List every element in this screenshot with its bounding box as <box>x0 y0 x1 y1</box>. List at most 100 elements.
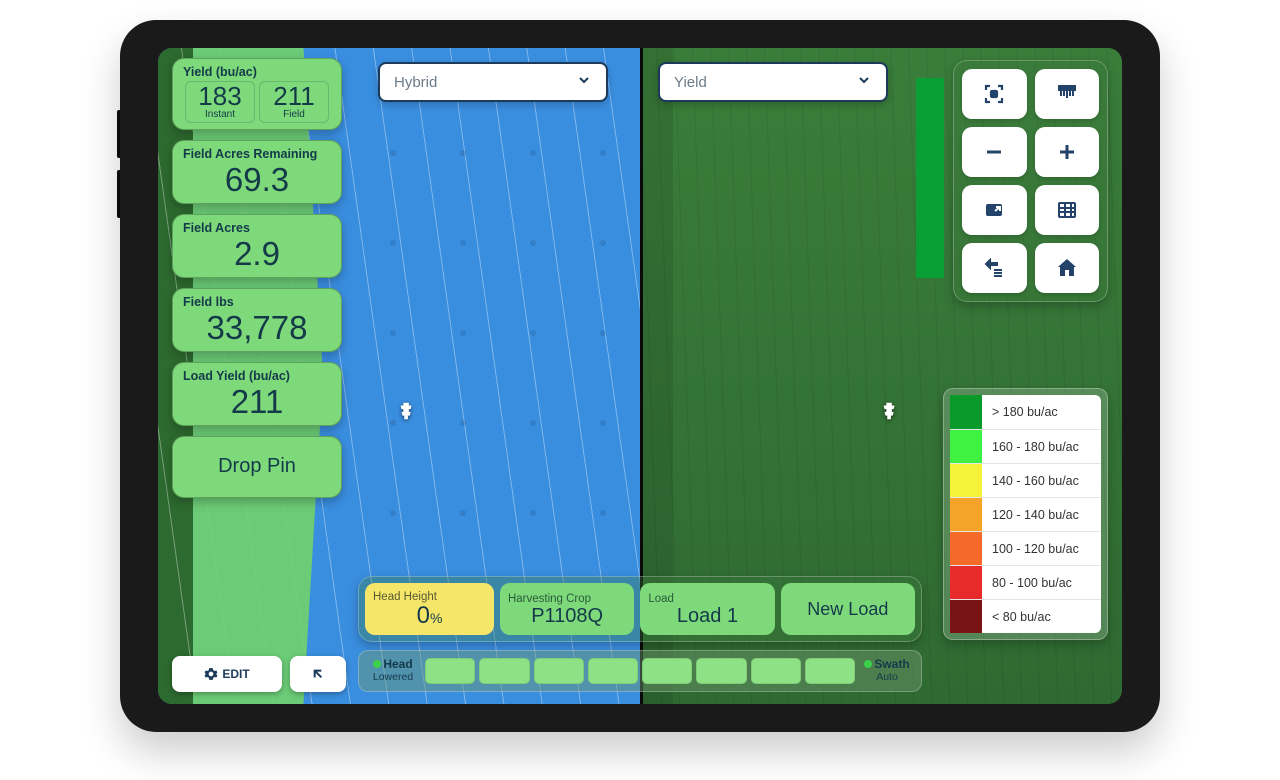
header-icon <box>1055 82 1079 106</box>
layer-icon <box>982 198 1006 222</box>
collapse-button[interactable] <box>290 656 346 692</box>
swath-segment[interactable] <box>805 658 855 684</box>
status-dot-icon <box>864 660 872 668</box>
layer-button[interactable] <box>962 185 1027 235</box>
legend-swatch <box>950 498 982 531</box>
arrow-up-left-icon <box>310 666 326 682</box>
load-label: Load <box>648 593 766 605</box>
swath-segment[interactable] <box>479 658 529 684</box>
harvest-status-panel: Head Height 0% Harvesting Crop P1108Q Lo… <box>358 576 922 642</box>
zoom-out-button[interactable] <box>962 127 1027 177</box>
focus-icon <box>982 82 1006 106</box>
swath-row: HeadLowered SwathAuto <box>358 650 922 692</box>
load-value: Load 1 <box>648 605 766 627</box>
minus-icon <box>982 140 1006 164</box>
legend-label: 160 - 180 bu/ac <box>982 440 1101 454</box>
home-button[interactable] <box>1035 243 1100 293</box>
legend-label: 120 - 140 bu/ac <box>982 508 1101 522</box>
yield-field-label: Field <box>260 109 328 120</box>
swath-segment[interactable] <box>425 658 475 684</box>
head-status: HeadLowered <box>365 658 421 683</box>
acres-remaining-title: Field Acres Remaining <box>183 147 331 161</box>
swath-segment[interactable] <box>696 658 746 684</box>
combine-marker-left <box>396 400 418 422</box>
legend-swatch <box>950 600 982 633</box>
legend-row[interactable]: 120 - 140 bu/ac <box>950 497 1101 531</box>
harvesting-crop-label: Harvesting Crop <box>508 593 626 605</box>
focus-button[interactable] <box>962 69 1027 119</box>
yield-instant-value: 183 <box>186 83 254 109</box>
acres-remaining-value: 69.3 <box>183 161 331 199</box>
combine-marker-right <box>879 400 901 422</box>
load-tile[interactable]: Load Load 1 <box>640 583 774 635</box>
app-screen: Yield (bu/ac) 183 Instant 211 Field Fiel… <box>158 48 1122 704</box>
field-lbs-title: Field lbs <box>183 295 331 309</box>
field-acres-card[interactable]: Field Acres 2.9 <box>172 214 342 278</box>
load-yield-value: 211 <box>183 383 331 421</box>
legend-label: 80 - 100 bu/ac <box>982 576 1101 590</box>
swath-segment[interactable] <box>534 658 584 684</box>
gear-icon <box>204 667 218 681</box>
tablet-frame: Yield (bu/ac) 183 Instant 211 Field Fiel… <box>120 20 1160 732</box>
status-dot-icon <box>373 660 381 668</box>
load-yield-title: Load Yield (bu/ac) <box>183 369 331 383</box>
yield-card[interactable]: Yield (bu/ac) 183 Instant 211 Field <box>172 58 342 130</box>
acres-remaining-card[interactable]: Field Acres Remaining 69.3 <box>172 140 342 204</box>
legend-label: 100 - 120 bu/ac <box>982 542 1101 556</box>
legend-row[interactable]: 100 - 120 bu/ac <box>950 531 1101 565</box>
swath-status: SwathAuto <box>859 658 915 683</box>
table-button[interactable] <box>1035 185 1100 235</box>
legend-row[interactable]: > 180 bu/ac <box>950 395 1101 429</box>
swap-button[interactable] <box>962 243 1027 293</box>
grid-icon <box>1055 198 1079 222</box>
yield-instant-label: Instant <box>186 109 254 120</box>
legend-label: > 180 bu/ac <box>982 405 1101 419</box>
legend-swatch <box>950 430 982 463</box>
yield-dropdown[interactable]: Yield <box>658 62 888 102</box>
swath-segment[interactable] <box>588 658 638 684</box>
head-height-tile[interactable]: Head Height 0% <box>365 583 494 635</box>
legend-swatch <box>950 566 982 599</box>
swap-icon <box>982 256 1006 280</box>
new-load-button[interactable]: New Load <box>781 583 915 635</box>
legend-label: < 80 bu/ac <box>982 610 1101 624</box>
chevron-down-icon <box>576 72 592 92</box>
load-yield-card[interactable]: Load Yield (bu/ac) 211 <box>172 362 342 426</box>
field-acres-title: Field Acres <box>183 221 331 235</box>
zoom-in-button[interactable] <box>1035 127 1100 177</box>
home-icon <box>1055 256 1079 280</box>
yield-card-title: Yield (bu/ac) <box>183 65 331 79</box>
head-height-unit: % <box>430 610 442 626</box>
hybrid-dropdown-label: Hybrid <box>394 74 437 91</box>
legend-row[interactable]: 160 - 180 bu/ac <box>950 429 1101 463</box>
stats-column: Yield (bu/ac) 183 Instant 211 Field Fiel… <box>172 58 342 498</box>
harvesting-crop-tile[interactable]: Harvesting Crop P1108Q <box>500 583 634 635</box>
drop-pin-button[interactable]: Drop Pin <box>172 436 342 498</box>
legend-swatch <box>950 532 982 565</box>
harvesting-crop-value: P1108Q <box>508 605 626 627</box>
field-lbs-value: 33,778 <box>183 309 331 347</box>
map-toolbar <box>953 60 1108 302</box>
legend-row[interactable]: 80 - 100 bu/ac <box>950 565 1101 599</box>
head-height-value: 0 <box>417 602 430 629</box>
yield-legend: > 180 bu/ac 160 - 180 bu/ac 140 - 160 bu/a… <box>943 388 1108 640</box>
yield-field-value: 211 <box>260 83 328 109</box>
legend-swatch <box>950 395 982 429</box>
legend-swatch <box>950 464 982 497</box>
header-button[interactable] <box>1035 69 1100 119</box>
edit-button[interactable]: EDIT <box>172 656 282 692</box>
chevron-down-icon <box>856 72 872 92</box>
field-acres-value: 2.9 <box>183 235 331 273</box>
new-load-label: New Load <box>807 600 888 620</box>
yield-dropdown-label: Yield <box>674 74 707 91</box>
swath-segment[interactable] <box>751 658 801 684</box>
field-lbs-card[interactable]: Field lbs 33,778 <box>172 288 342 352</box>
legend-label: 140 - 160 bu/ac <box>982 474 1101 488</box>
swath-segment[interactable] <box>642 658 692 684</box>
legend-row[interactable]: < 80 bu/ac <box>950 599 1101 633</box>
plus-icon <box>1055 140 1079 164</box>
legend-row[interactable]: 140 - 160 bu/ac <box>950 463 1101 497</box>
yield-stripe <box>916 78 944 278</box>
hybrid-dropdown[interactable]: Hybrid <box>378 62 608 102</box>
edit-label: EDIT <box>222 667 249 681</box>
